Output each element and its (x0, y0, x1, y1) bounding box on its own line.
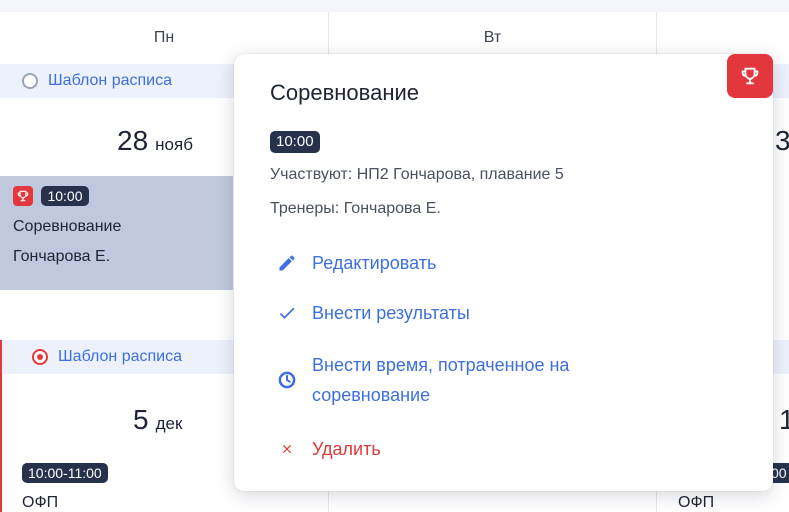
enter-time-spent-action[interactable]: Внести время, потраченное на соревновани… (276, 350, 569, 410)
date-day: 5 (133, 404, 149, 435)
enter-results-action[interactable]: Внести результаты (276, 302, 470, 324)
event-title-ofp: ОФП (678, 494, 715, 511)
enter-results-label: Внести результаты (312, 302, 470, 323)
date-day: 28 (117, 125, 149, 156)
template-label: Шаблон расписа (48, 72, 172, 89)
date-cell-monday-week1[interactable]: 28 нояб (117, 125, 193, 157)
date-cell-monday-week2[interactable]: 5 дек (133, 404, 182, 436)
event-title: Соревнование (13, 218, 122, 235)
event-title-ofp: ОФП (22, 494, 59, 511)
edit-action[interactable]: Редактировать (276, 252, 436, 274)
trophy-icon (13, 186, 33, 206)
popup-time-badge: 10:00 (270, 131, 320, 153)
day-header-label: Вт (483, 29, 502, 46)
enter-time-spent-label: Внести время, потраченное на соревновани… (312, 350, 569, 410)
check-icon (276, 302, 298, 324)
event-card-header: 10:00 (13, 186, 89, 206)
date-cell-wednesday-week2[interactable]: 1 (779, 404, 789, 436)
enter-time-spent-line2: соревнование (312, 385, 431, 405)
event-details-popup: Соревнование 10:00 Участвуют: НП2 Гончар… (234, 54, 773, 491)
day-header-label: Пн (153, 29, 175, 46)
date-cell-wednesday-week1[interactable]: 3 (775, 125, 789, 157)
edit-action-label: Редактировать (312, 252, 437, 273)
clock-icon (276, 369, 298, 391)
close-icon (276, 438, 298, 460)
date-month: дек (155, 414, 183, 433)
pencil-icon (276, 252, 298, 274)
template-label: Шаблон расписа (58, 348, 182, 365)
event-card-competition[interactable]: 10:00 Соревнование Гончарова Е. (0, 176, 233, 290)
date-day: 1 (779, 404, 789, 435)
date-month: нояб (155, 135, 193, 154)
event-card-ofp-monday[interactable]: 10:00-11:00 (22, 463, 108, 483)
delete-action-label: Удалить (312, 438, 381, 459)
trophy-icon (727, 54, 773, 98)
event-time-badge: 10:00 (41, 186, 89, 206)
date-day: 3 (775, 125, 789, 156)
enter-time-spent-line1: Внести время, потраченное на (312, 355, 570, 375)
delete-action[interactable]: Удалить (276, 438, 381, 460)
template-radio-checked[interactable] (32, 349, 48, 365)
current-week-indicator (0, 340, 2, 512)
popup-participants: Участвуют: НП2 Гончарова, плавание 5 (270, 166, 564, 183)
popup-coaches: Тренеры: Гончарова Е. (270, 200, 441, 217)
popup-title: Соревнование (270, 80, 420, 105)
template-radio[interactable] (22, 73, 38, 89)
event-coach: Гончарова Е. (13, 248, 111, 265)
time-badge-label: 10:00 (270, 131, 320, 153)
event-time-badge: 10:00-11:00 (22, 463, 108, 483)
